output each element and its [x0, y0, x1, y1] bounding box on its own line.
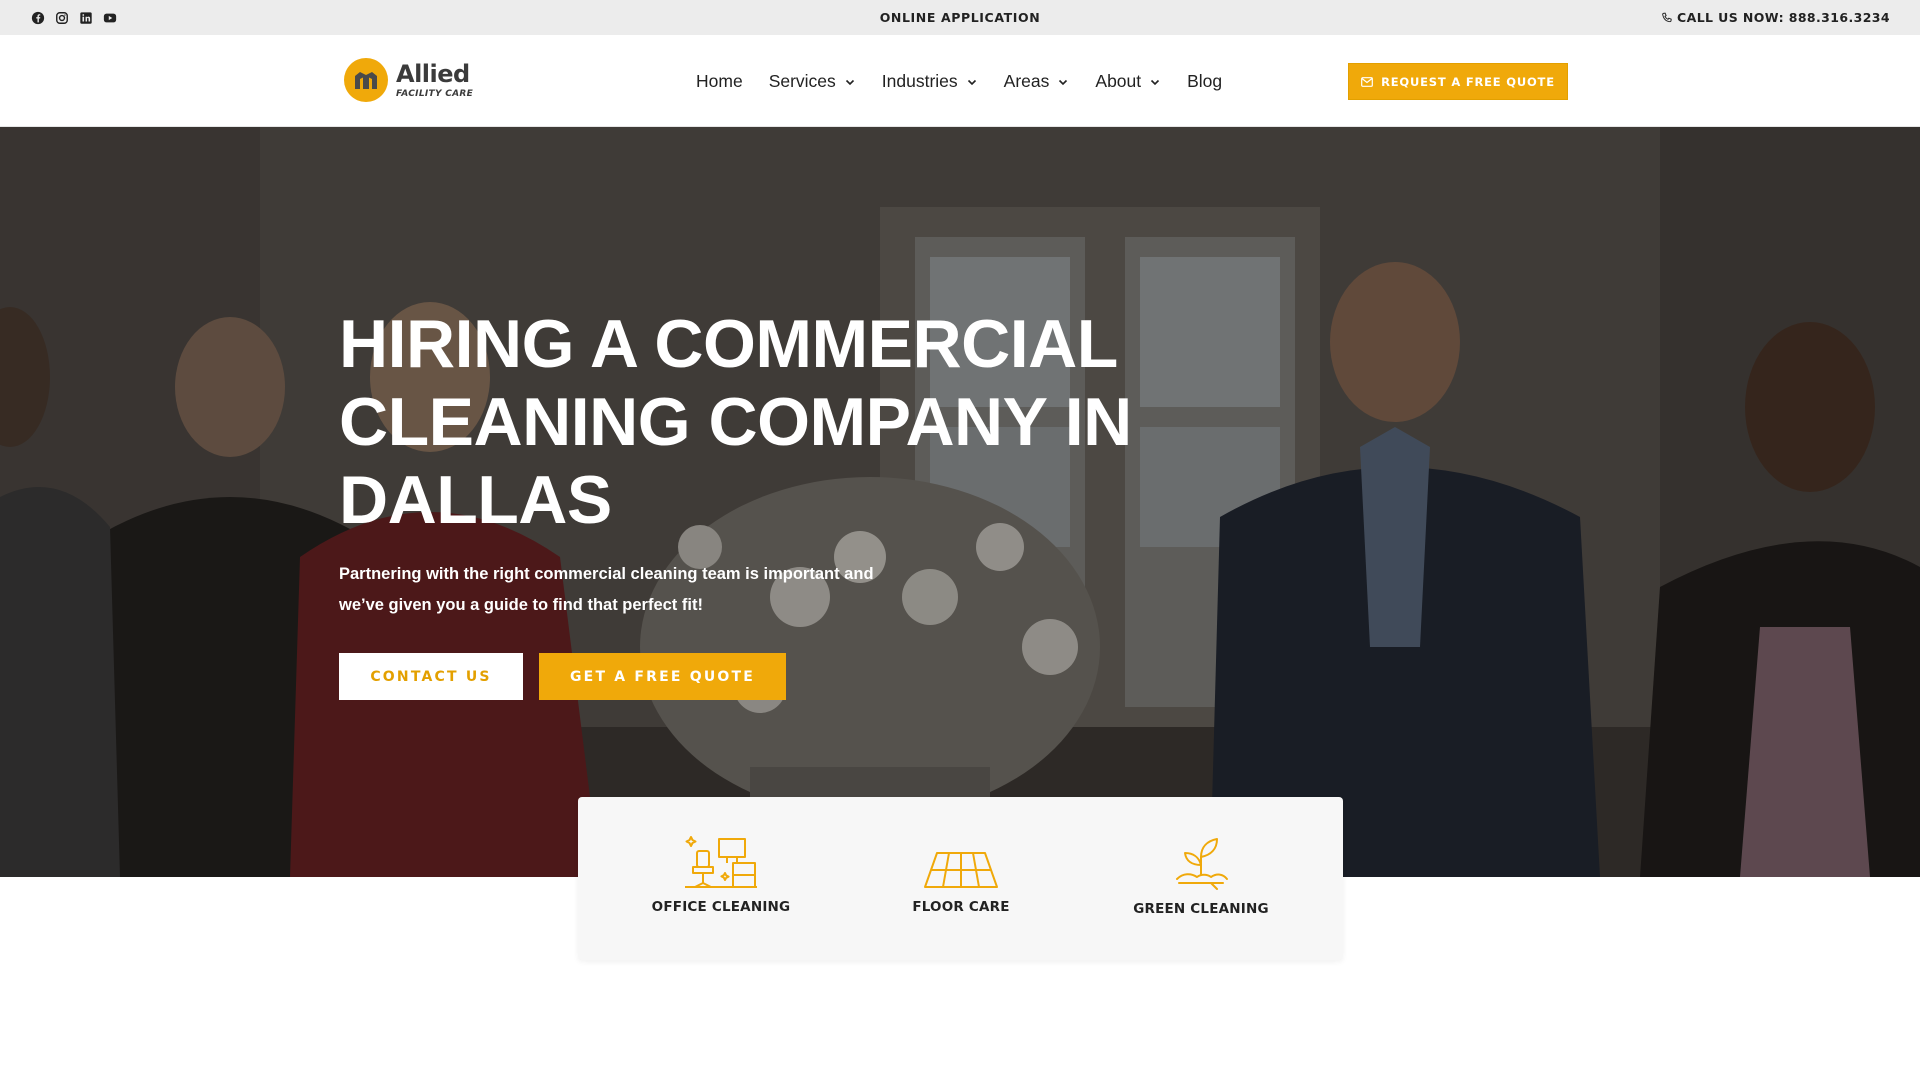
logo[interactable]: Allied FACILITY CARE	[344, 58, 473, 102]
call-us[interactable]: CALL US NOW: 888.316.3234	[1661, 10, 1890, 25]
online-application-link-wrap: ONLINE APPLICATION	[0, 10, 1920, 25]
envelope-icon	[1361, 76, 1374, 87]
hero-title-line-3: DALLAS	[339, 462, 612, 538]
logo-subtitle: FACILITY CARE	[396, 88, 474, 99]
logo-mark-icon	[344, 58, 388, 102]
online-application-link[interactable]: ONLINE APPLICATION	[880, 10, 1041, 25]
nav-home-label: Home	[696, 71, 743, 91]
floor-care-label: FLOOR CARE	[912, 899, 1010, 915]
main-header: Allied FACILITY CARE Home Services Indus…	[0, 35, 1920, 127]
chevron-down-icon	[967, 79, 976, 85]
logo-name: Allied	[396, 59, 470, 88]
hero-subtitle-line-2: we’ve given you a guide to find that per…	[339, 596, 703, 614]
hero-title-line-1: HIRING A COMMERCIAL	[339, 306, 1118, 382]
services-card: OFFICE CLEANING FLOOR CARE GREEN CLEANIN…	[578, 797, 1343, 960]
request-quote-label: REQUEST A FREE QUOTE	[1381, 74, 1555, 89]
request-quote-button[interactable]: REQUEST A FREE QUOTE	[1348, 63, 1568, 100]
office-desk-icon	[685, 836, 757, 888]
nav-industries-label: Industries	[881, 71, 958, 91]
plant-sprout-icon	[1176, 838, 1228, 890]
service-floor-care[interactable]: FLOOR CARE	[841, 851, 1081, 915]
hero-title: HIRING A COMMERCIAL CLEANING COMPANY IN …	[339, 305, 1159, 539]
hero-subtitle: Partnering with the right commercial cle…	[339, 559, 899, 621]
nav-industries[interactable]: Industries	[882, 71, 978, 92]
nav-about[interactable]: About	[1095, 71, 1161, 92]
nav-areas[interactable]: Areas	[1004, 71, 1070, 92]
hero-section: HIRING A COMMERCIAL CLEANING COMPANY IN …	[0, 127, 1920, 877]
office-cleaning-label: OFFICE CLEANING	[651, 899, 791, 915]
nav-home[interactable]: Home	[696, 71, 743, 92]
nav-about-label: About	[1095, 71, 1142, 91]
hero-subtitle-line-1: Partnering with the right commercial cle…	[339, 565, 874, 583]
nav-services[interactable]: Services	[769, 71, 856, 92]
green-cleaning-label: GREEN CLEANING	[1133, 901, 1269, 917]
floor-tiles-icon	[924, 852, 998, 888]
top-bar: ONLINE APPLICATION CALL US NOW: 888.316.…	[0, 0, 1920, 35]
chevron-down-icon	[845, 79, 854, 85]
service-office-cleaning[interactable]: OFFICE CLEANING	[601, 833, 841, 915]
nav-blog-label: Blog	[1187, 71, 1223, 91]
nav-services-label: Services	[768, 71, 836, 91]
chevron-down-icon	[1059, 79, 1068, 85]
contact-us-button[interactable]: CONTACT US	[339, 653, 523, 700]
phone-text: CALL US NOW: 888.316.3234	[1677, 10, 1890, 25]
service-green-cleaning[interactable]: GREEN CLEANING	[1081, 835, 1321, 917]
hero-title-line-2: CLEANING COMPANY IN	[339, 384, 1132, 460]
phone-icon	[1662, 12, 1672, 22]
chevron-down-icon	[1151, 79, 1160, 85]
get-free-quote-button[interactable]: GET A FREE QUOTE	[539, 653, 786, 700]
nav-blog[interactable]: Blog	[1187, 71, 1222, 92]
main-nav: Home Services Industries Areas About Blo…	[696, 71, 1248, 92]
nav-areas-label: Areas	[1003, 71, 1050, 91]
